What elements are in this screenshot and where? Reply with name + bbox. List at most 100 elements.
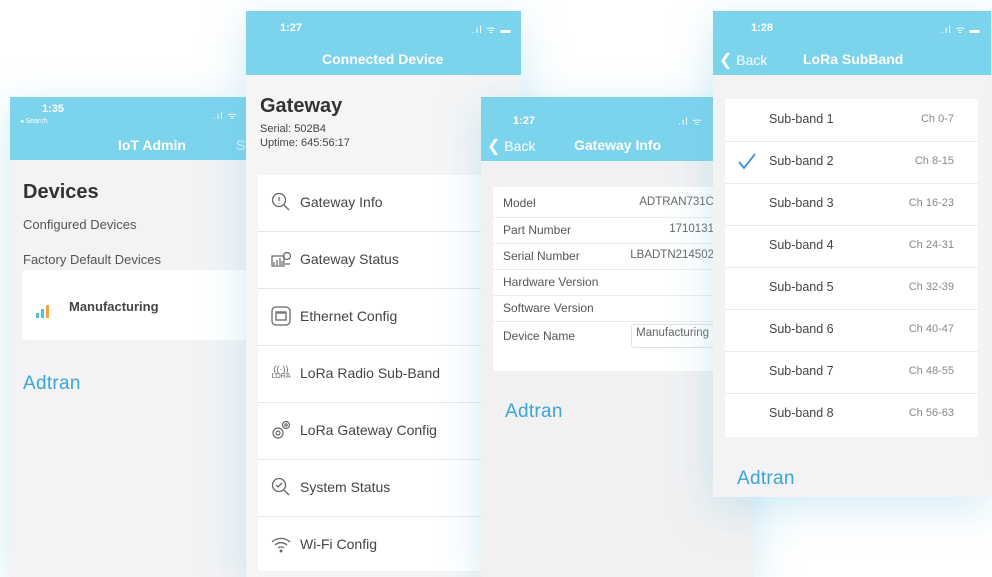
adtran-logo: Adtran [737, 468, 795, 489]
menu-item-wifi-config[interactable]: Wi-Fi Config [258, 517, 496, 573]
gateway-title: Gateway [260, 95, 343, 117]
subband-channels: Ch 40-47 [908, 323, 954, 335]
signal-wifi-battery-icon: .ıl ᯤ ▬ [472, 25, 512, 36]
gateway-info-icon [270, 191, 292, 213]
subband-name: Sub-band 8 [769, 406, 834, 420]
page-title: Devices [23, 181, 99, 203]
back-to-search-link[interactable]: ◂ Search [20, 117, 48, 125]
info-row-serial-number: Serial Number LBADTN214502 [493, 243, 718, 270]
menu-item-system-status[interactable]: System Status [258, 460, 496, 517]
subband-channels: Ch 16-23 [908, 197, 954, 209]
status-time: 1:27 [513, 115, 536, 127]
signal-bars-icon [36, 302, 54, 323]
device-name-input[interactable]: Manufacturing [631, 324, 714, 348]
device-card[interactable]: Manufacturing [22, 270, 247, 340]
system-status-icon [270, 476, 292, 498]
menu-label: Gateway Info [300, 194, 383, 210]
info-row-device-name: Device Name Manufacturing [493, 321, 718, 351]
status-time: 1:28 [751, 22, 774, 34]
signal-wifi-battery-icon: .ıl ᯤ ▬ [941, 25, 981, 36]
subband-name: Sub-band 3 [769, 196, 834, 210]
info-key: Serial Number [503, 249, 580, 263]
subband-row-5[interactable]: Sub-band 5 Ch 32-39 [725, 267, 978, 310]
nav-title: IoT Admin [118, 137, 186, 153]
adtran-logo: Adtran [505, 401, 563, 422]
nav-bar: 1:27 .ıl ᯤ ▬ Connected Device [246, 11, 521, 75]
lora-radio-icon: ((·)) LORA [271, 364, 291, 381]
menu-item-ethernet-config[interactable]: Ethernet Config [258, 289, 496, 346]
info-key: Model [503, 196, 536, 210]
connected-device-screen: 1:27 .ıl ᯤ ▬ Connected Device Gateway Se… [246, 11, 521, 577]
nav-bar: 1:35 ◂ Search .ıl ᯤ IoT Admin S [10, 97, 247, 160]
back-label: Back [504, 138, 536, 154]
subband-row-1[interactable]: Sub-band 1 Ch 0-7 [725, 99, 978, 142]
subband-list: Sub-band 1 Ch 0-7 Sub-band 2 Ch 8-15 Sub… [725, 99, 978, 437]
back-label: Back [736, 52, 768, 68]
subband-row-8[interactable]: Sub-band 8 Ch 56-63 [725, 393, 978, 435]
status-time: 1:35 [42, 103, 65, 115]
wifi-icon [270, 533, 292, 555]
chevron-left-icon: ❮ [719, 52, 733, 69]
subband-channels: Ch 56-63 [908, 407, 954, 419]
subband-name: Sub-band 6 [769, 322, 834, 336]
subband-name: Sub-band 2 [769, 154, 834, 168]
menu-label: LoRa Radio Sub-Band [300, 365, 441, 381]
nav-title: LoRa SubBand [803, 51, 904, 67]
gateway-status-icon [270, 248, 292, 270]
info-value: 1710131 [669, 223, 714, 235]
info-row-hardware-version: Hardware Version [493, 269, 718, 296]
subband-channels: Ch 32-39 [908, 281, 954, 293]
subband-row-7[interactable]: Sub-band 7 Ch 48-55 [725, 351, 978, 394]
lora-subband-screen: 1:28 .ıl ᯤ ▬ ❮ Back LoRa SubBand Sub-ban… [713, 11, 991, 497]
back-button[interactable]: ❮ Back [719, 50, 767, 70]
subband-name: Sub-band 4 [769, 238, 834, 252]
info-key: Software Version [503, 301, 594, 315]
menu-item-lora-radio-sub-band[interactable]: ((·)) LORA LoRa Radio Sub-Band [258, 346, 496, 403]
nav-bar: 1:28 .ıl ᯤ ▬ ❮ Back LoRa SubBand [713, 11, 991, 75]
info-key: Part Number [503, 223, 572, 237]
factory-default-devices-link[interactable]: Factory Default Devices [23, 252, 161, 267]
menu-item-gateway-status[interactable]: Gateway Status [258, 232, 496, 289]
gateway-uptime: Uptime: 645:56:17 [260, 137, 350, 149]
subband-channels: Ch 24-31 [908, 239, 954, 251]
nav-title: Connected Device [322, 51, 444, 67]
subband-name: Sub-band 1 [769, 112, 834, 126]
configured-devices-link[interactable]: Configured Devices [23, 217, 136, 232]
chevron-left-icon: ❮ [487, 138, 501, 155]
status-time: 1:27 [280, 22, 303, 34]
info-row-model: Model ADTRAN731C [493, 187, 718, 218]
menu-label: Ethernet Config [300, 308, 398, 324]
menu-item-gateway-info[interactable]: Gateway Info [258, 175, 496, 232]
menu-label: Wi-Fi Config [300, 536, 378, 552]
menu-label: System Status [300, 479, 391, 495]
gateway-info-table: Model ADTRAN731C Part Number 1710131 Ser… [493, 187, 718, 371]
nav-title: Gateway Info [574, 137, 662, 153]
info-key: Device Name [503, 329, 576, 343]
subband-name: Sub-band 7 [769, 364, 834, 378]
back-button[interactable]: ❮ Back [487, 136, 535, 156]
nav-right-button[interactable]: S [236, 137, 245, 153]
gear-icon [270, 419, 292, 441]
subband-channels: Ch 0-7 [920, 113, 954, 125]
info-row-part-number: Part Number 1710131 [493, 217, 718, 244]
checkmark-icon [737, 151, 757, 176]
gateway-serial: Serial: 502B4 [260, 123, 327, 135]
menu-label: Gateway Status [300, 251, 399, 267]
device-name: Manufacturing [69, 299, 159, 314]
info-key: Hardware Version [503, 275, 599, 289]
subband-name: Sub-band 5 [769, 280, 834, 294]
ethernet-icon [270, 305, 292, 327]
menu-item-lora-gateway-config[interactable]: LoRa Gateway Config [258, 403, 496, 460]
subband-row-2[interactable]: Sub-band 2 Ch 8-15 [725, 141, 978, 184]
subband-channels: Ch 8-15 [914, 155, 954, 167]
info-value: ADTRAN731C [639, 196, 714, 208]
signal-icon: .ıl ᯤ [213, 111, 238, 122]
subband-row-6[interactable]: Sub-band 6 Ch 40-47 [725, 309, 978, 352]
subband-row-4[interactable]: Sub-band 4 Ch 24-31 [725, 225, 978, 268]
iot-admin-screen: 1:35 ◂ Search .ıl ᯤ IoT Admin S Devices … [10, 97, 247, 577]
info-row-software-version: Software Version [493, 295, 718, 322]
adtran-logo: Adtran [23, 373, 81, 394]
subband-row-3[interactable]: Sub-band 3 Ch 16-23 [725, 183, 978, 226]
info-value: LBADTN214502 [630, 249, 714, 261]
signal-wifi-icon: .ıl ᯤ [678, 117, 703, 128]
